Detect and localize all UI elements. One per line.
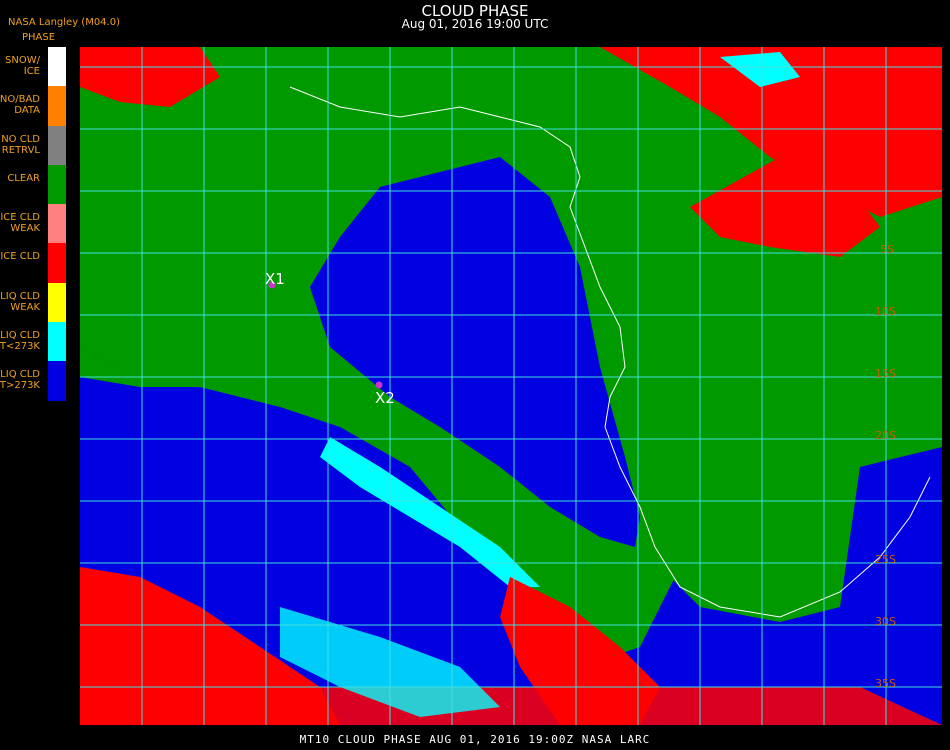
legend-label: LIQ CLD WEAK bbox=[0, 290, 40, 313]
legend-row-liquid-cloud-cold: LIQ CLD T<273K bbox=[0, 322, 66, 362]
marker-x2-point bbox=[375, 381, 383, 389]
legend-row-ice-cloud: ICE CLD bbox=[0, 243, 66, 283]
legend-swatch bbox=[48, 204, 66, 244]
map-datetime: Aug 01, 2016 19:00 UTC bbox=[401, 17, 549, 31]
footer-caption: MT10 CLOUD PHASE AUG 01, 2016 19:00Z NAS… bbox=[299, 733, 651, 746]
lat-label: 10S bbox=[875, 305, 896, 318]
legend-label: ICE CLD bbox=[0, 251, 40, 263]
legend-swatch bbox=[48, 322, 66, 362]
legend: SNOW/ ICE NO/BAD DATA NO CLD RETRVL CLEA… bbox=[0, 47, 66, 401]
legend-label: ICE CLD WEAK bbox=[0, 212, 40, 235]
legend-label: CLEAR bbox=[7, 172, 40, 184]
lat-label: 15S bbox=[875, 367, 896, 380]
marker-x1-label: X1 bbox=[265, 270, 285, 288]
legend-label: LIQ CLD T<273K bbox=[0, 330, 40, 353]
legend-title: PHASE bbox=[22, 32, 56, 43]
lat-label: 20S bbox=[875, 429, 896, 442]
lat-label: 30S bbox=[875, 615, 896, 628]
legend-row-no-cloud-retrieval: NO CLD RETRVL bbox=[0, 125, 66, 165]
marker-x2-label: X2 bbox=[375, 389, 395, 407]
cloud-phase-map[interactable]: 5S 10S 15S 20S 25S 30S 35S X1 X2 bbox=[80, 47, 942, 725]
legend-row-liquid-cloud-warm: LIQ CLD T>273K bbox=[0, 361, 66, 401]
legend-swatch bbox=[48, 282, 66, 323]
ice-cloud-bottom-strip bbox=[80, 687, 942, 725]
legend-swatch bbox=[48, 47, 66, 87]
legend-swatch bbox=[48, 125, 66, 165]
marker-x1[interactable]: X1 bbox=[265, 270, 285, 289]
legend-label: NO/BAD DATA bbox=[0, 94, 40, 117]
legend-label: SNOW/ ICE bbox=[5, 55, 40, 77]
map-canvas: 5S 10S 15S 20S 25S 30S 35S X1 X2 bbox=[80, 47, 942, 725]
legend-swatch bbox=[48, 243, 66, 283]
legend-row-liquid-cloud-weak: LIQ CLD WEAK bbox=[0, 282, 66, 323]
legend-row-no-bad-data: NO/BAD DATA bbox=[0, 86, 66, 126]
lat-label: 25S bbox=[875, 553, 896, 566]
lat-label: 5S bbox=[880, 243, 894, 256]
legend-label: NO CLD RETRVL bbox=[1, 133, 40, 156]
lat-label: 35S bbox=[875, 677, 896, 690]
legend-row-clear: CLEAR bbox=[0, 164, 66, 205]
legend-label: LIQ CLD T>273K bbox=[0, 369, 40, 392]
organization-label: NASA Langley (M04.0) bbox=[8, 17, 120, 28]
legend-swatch bbox=[48, 86, 66, 126]
legend-row-ice-cloud-weak: ICE CLD WEAK bbox=[0, 204, 66, 244]
legend-swatch bbox=[48, 361, 66, 401]
legend-row-snow-ice: SNOW/ ICE bbox=[0, 47, 66, 87]
legend-swatch bbox=[48, 164, 66, 205]
